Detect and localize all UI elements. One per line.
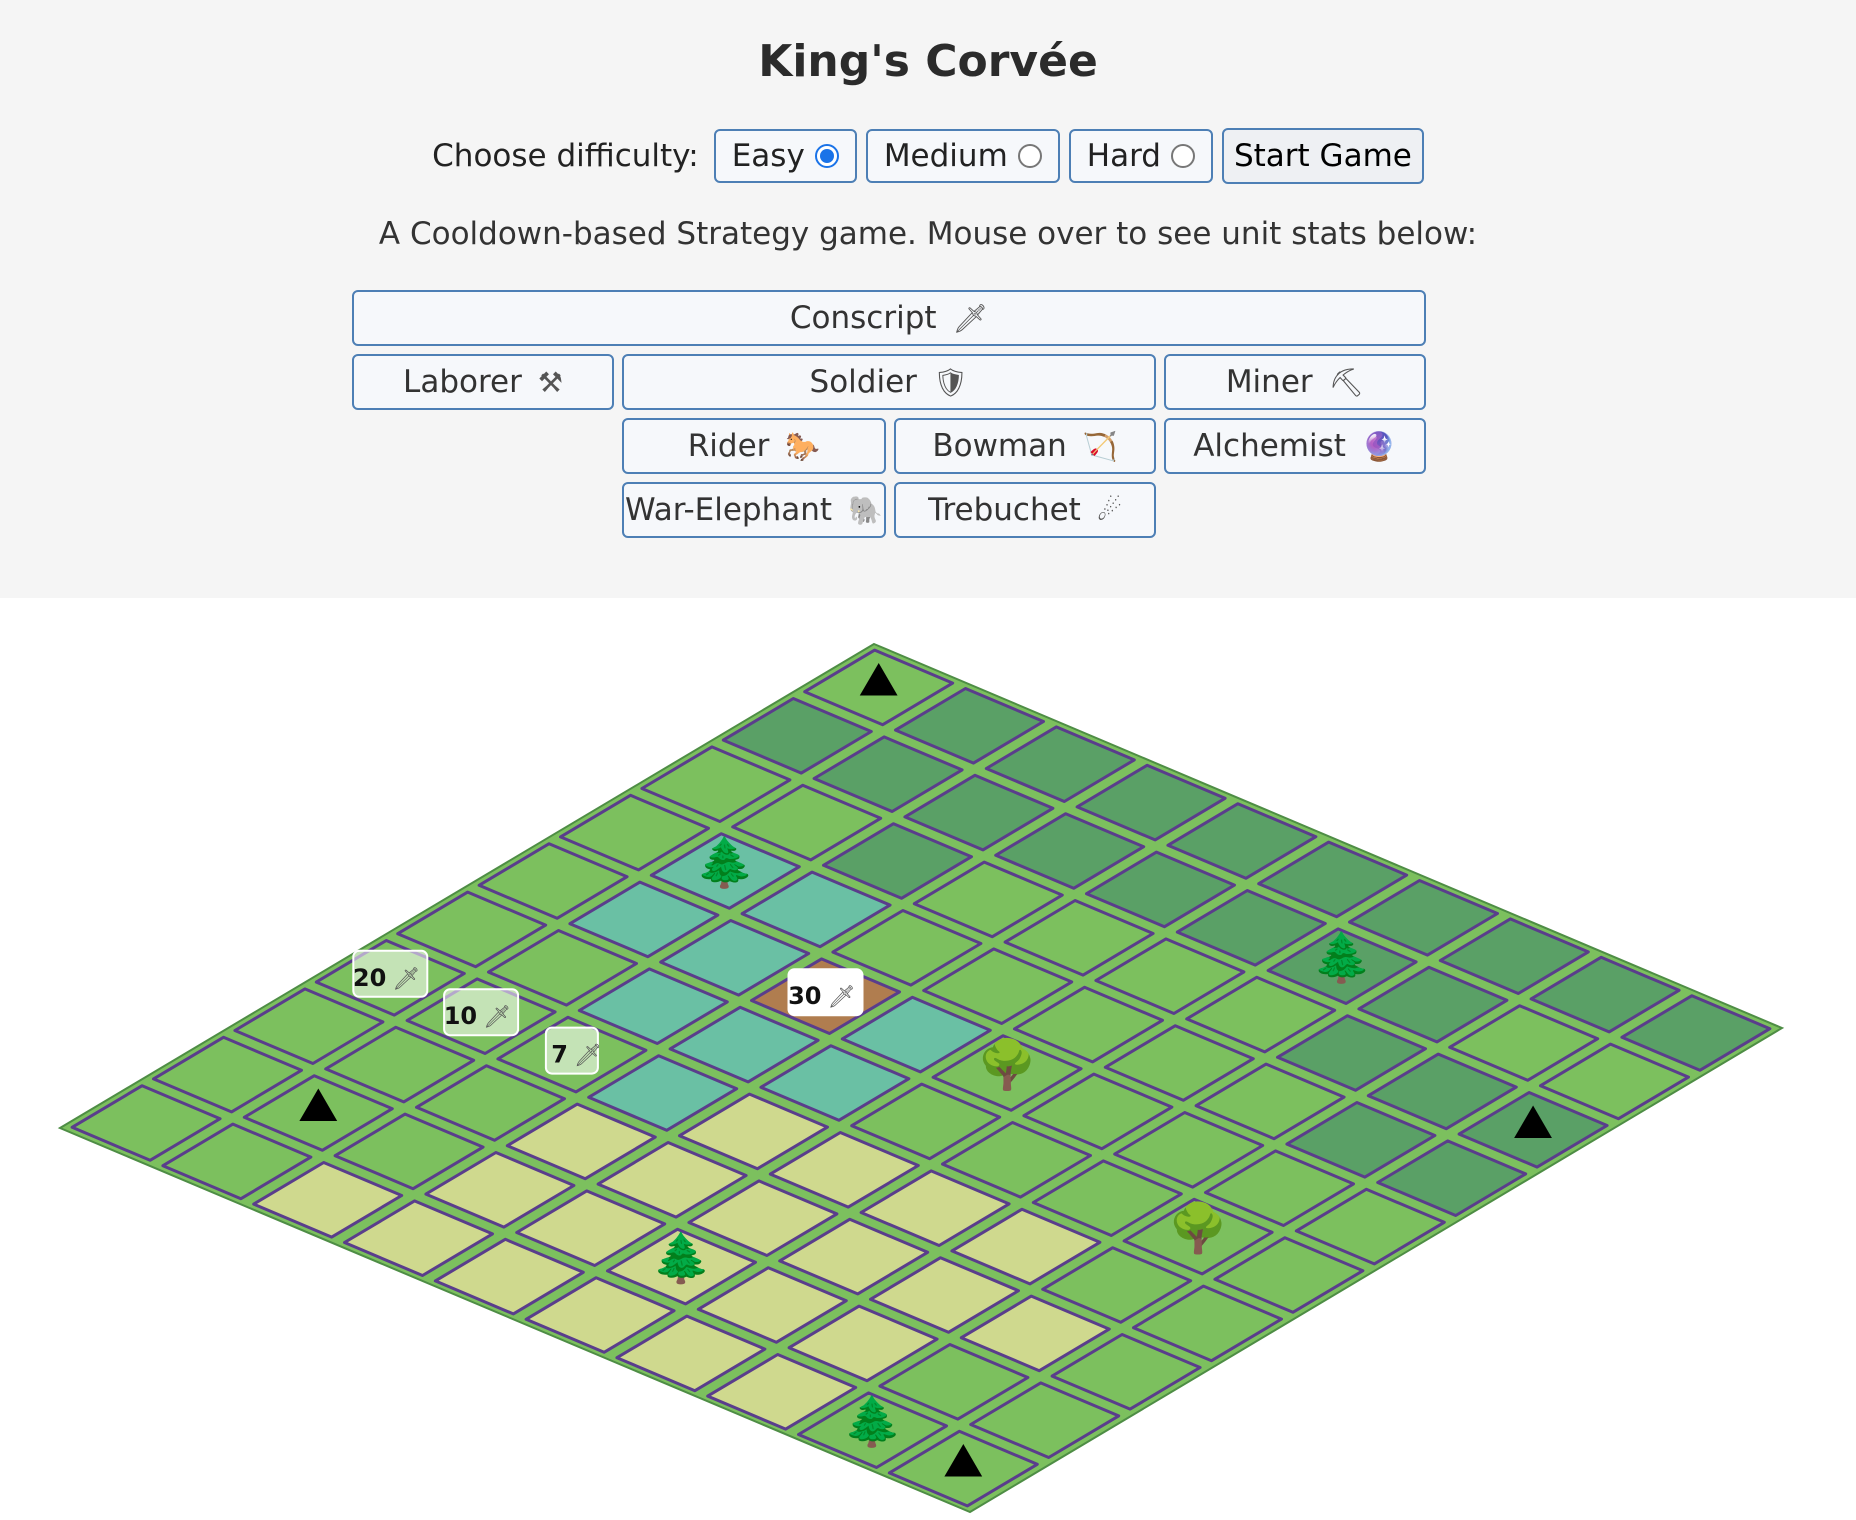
unit-marker[interactable]: 30 🗡: [787, 968, 864, 1017]
difficulty-label: Choose difficulty:: [432, 138, 699, 174]
unit-marker[interactable]: 20 🗡: [352, 949, 429, 998]
unit-count: 20: [353, 964, 386, 992]
unit-marker[interactable]: 10 🗡: [443, 988, 520, 1037]
difficulty-medium-option[interactable]: Medium: [865, 129, 1060, 183]
unit-war-elephant-button[interactable]: War-Elephant 🐘: [622, 482, 886, 538]
pine-tree-icon: 🌲: [652, 1231, 712, 1287]
pine-tree-icon: 🌲: [695, 835, 755, 891]
comet-icon: ☄: [1096, 493, 1122, 527]
pine-tree-icon: 🌲: [1312, 930, 1372, 986]
unit-count: 30: [788, 982, 821, 1010]
round-tree-icon: 🌳: [1168, 1200, 1228, 1257]
start-game-button[interactable]: Start Game: [1221, 128, 1424, 184]
page-title: King's Corvée: [758, 36, 1098, 87]
unit-conscript-label: Conscript: [789, 300, 937, 336]
mountain-icon: ⛰: [298, 1077, 338, 1133]
unit-bowman-button[interactable]: Bowman 🏹: [894, 418, 1156, 474]
difficulty-selector: Choose difficulty: Easy Medium Hard Star…: [0, 126, 1856, 186]
difficulty-hard-label: Hard: [1086, 138, 1161, 174]
unit-laborer-label: Laborer: [403, 364, 522, 400]
mountain-icon: ⛰: [943, 1433, 983, 1489]
unit-marker[interactable]: 7 🗡: [544, 1026, 602, 1075]
unit-alchemist-button[interactable]: Alchemist 🔮: [1164, 418, 1426, 474]
dagger-icon: 🗡: [574, 1044, 602, 1069]
difficulty-hard-option[interactable]: Hard: [1068, 129, 1213, 183]
difficulty-easy-radio[interactable]: [814, 144, 839, 168]
difficulty-medium-label: Medium: [883, 138, 1008, 174]
elephant-icon: 🐘: [848, 493, 883, 527]
unit-miner-label: Miner: [1225, 364, 1313, 400]
unit-conscript-button[interactable]: Conscript 🗡: [352, 290, 1426, 346]
unit-count: 7: [551, 1041, 568, 1069]
crystal-ball-icon: 🔮: [1361, 429, 1397, 463]
unit-soldier-button[interactable]: Soldier 🛡: [622, 354, 1156, 410]
mountain-icon: ⛰: [859, 651, 899, 707]
unit-rider-label: Rider: [687, 428, 770, 464]
dagger-icon: 🗡: [828, 985, 856, 1010]
unit-alchemist-label: Alchemist: [1193, 428, 1346, 464]
difficulty-medium-radio[interactable]: [1017, 144, 1042, 168]
game-description: A Cooldown-based Strategy game. Mouse ov…: [378, 216, 1478, 252]
unit-war-elephant-label: War-Elephant: [625, 492, 833, 528]
pick-icon: ⛏: [1328, 365, 1365, 399]
difficulty-easy-option[interactable]: Easy: [713, 129, 857, 183]
unit-miner-button[interactable]: Miner ⛏: [1164, 354, 1426, 410]
game-board: ⛰🌲⛰🌲🌳🌳⛰🌲🌲⛰30 🗡20 🗡10 🗡7 🗡: [57, 642, 1785, 1514]
unit-rider-button[interactable]: Rider 🐎: [622, 418, 886, 474]
header-panel: King's Corvée Choose difficulty: Easy Me…: [0, 0, 1856, 598]
unit-laborer-button[interactable]: Laborer ⚒: [352, 354, 614, 410]
hammer-wrench-icon: ⚒: [537, 365, 563, 399]
difficulty-easy-label: Easy: [731, 138, 805, 174]
game-board-area: ⛰ 🌲 ⛰ 🌲 🌳 🌳 ⛰ 🌲 🌲 ⛰ 30 🗡 20 🗡 10 🗡 7 🗡: [0, 598, 1856, 1516]
dagger-icon: 🗡: [392, 967, 420, 992]
difficulty-hard-radio[interactable]: [1170, 144, 1195, 168]
unit-count: 10: [444, 1002, 477, 1030]
bow-arrow-icon: 🏹: [1082, 429, 1118, 463]
unit-trebuchet-button[interactable]: Trebuchet ☄: [894, 482, 1156, 538]
horse-icon: 🐎: [785, 429, 821, 463]
dagger-icon: 🗡: [952, 301, 989, 335]
unit-soldier-label: Soldier: [809, 364, 917, 400]
round-tree-icon: 🌳: [977, 1036, 1037, 1093]
unit-trebuchet-label: Trebuchet: [928, 492, 1081, 528]
shield-icon: 🛡: [932, 365, 969, 399]
unit-bowman-label: Bowman: [932, 428, 1067, 464]
pine-tree-icon: 🌲: [843, 1394, 903, 1450]
mountain-icon: ⛰: [1513, 1094, 1553, 1150]
dagger-icon: 🗡: [483, 1005, 511, 1030]
